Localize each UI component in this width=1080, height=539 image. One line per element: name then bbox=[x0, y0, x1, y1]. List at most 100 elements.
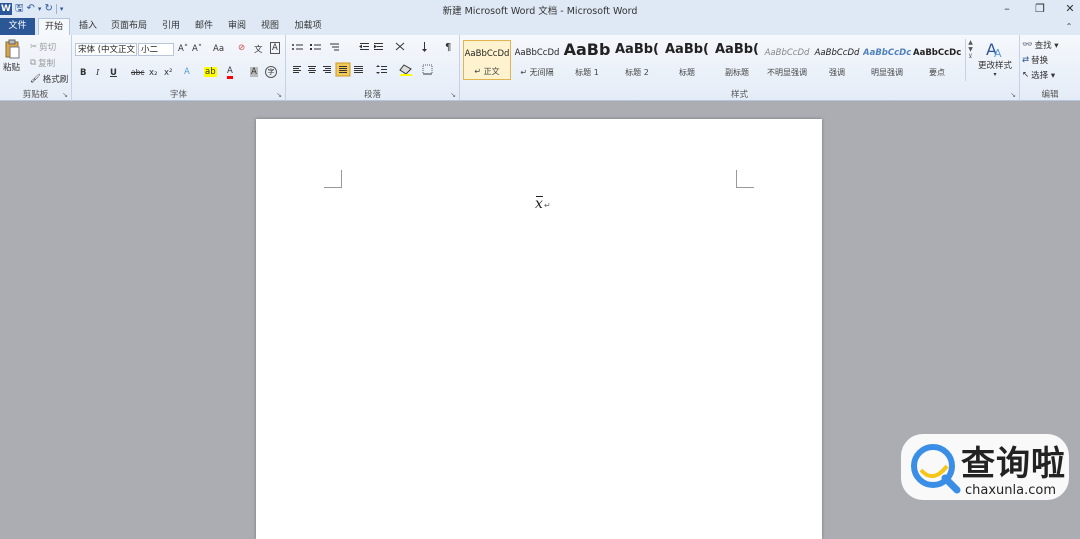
clipboard-group: 粘贴 ✂ 剪切 ⧉ 复制 🖌 格式刷 剪贴板 ↘ bbox=[0, 35, 72, 101]
shading-icon[interactable] bbox=[399, 64, 412, 76]
tab-references[interactable]: 引用 bbox=[157, 18, 185, 35]
style-heading-1[interactable]: AaBb 标题 1 bbox=[563, 40, 611, 80]
style-sample: AaBb( bbox=[615, 42, 659, 57]
replace-icon: ⇄ bbox=[1022, 55, 1030, 65]
decrease-indent-icon[interactable] bbox=[359, 43, 369, 50]
style-subtle-emphasis[interactable]: AaBbCcDd 不明显强调 bbox=[763, 40, 811, 80]
window-title: 新建 Microsoft Word 文档 - Microsoft Word bbox=[442, 6, 638, 17]
style-name: 不明显强调 bbox=[767, 68, 807, 77]
close-button[interactable]: ✕ bbox=[1056, 0, 1080, 18]
save-icon[interactable]: 🖫 bbox=[15, 3, 24, 15]
shrink-font-button[interactable]: A˅ bbox=[192, 44, 202, 54]
paragraph-launcher-icon[interactable]: ↘ bbox=[450, 91, 456, 99]
multilevel-list-icon[interactable] bbox=[330, 43, 339, 51]
bold-button[interactable]: B bbox=[80, 68, 86, 78]
copy-button[interactable]: ⧉ 复制 bbox=[30, 57, 55, 69]
tab-home[interactable]: 开始 bbox=[38, 18, 70, 35]
paste-button[interactable]: 粘贴 bbox=[3, 39, 20, 73]
change-styles-button[interactable]: A A 更改样式 ▾ bbox=[978, 39, 1012, 78]
borders-icon[interactable] bbox=[422, 64, 433, 75]
select-button[interactable]: ↖ 选择 ▾ bbox=[1022, 69, 1055, 81]
tab-page-layout[interactable]: 页面布局 bbox=[107, 18, 151, 35]
restore-button[interactable]: ❐ bbox=[1026, 0, 1054, 18]
equation-variable: x bbox=[535, 196, 543, 212]
show-formatting-marks-icon[interactable]: ¶ bbox=[445, 42, 451, 53]
cut-button[interactable]: ✂ 剪切 bbox=[30, 41, 56, 53]
clear-format-icon[interactable]: ⊘ bbox=[238, 43, 245, 53]
style-strong[interactable]: AaBbCcDc 要点 bbox=[913, 40, 961, 80]
sort-icon[interactable] bbox=[422, 42, 427, 52]
svg-text:¶: ¶ bbox=[445, 42, 451, 53]
customize-qat-icon[interactable]: ▾ bbox=[60, 3, 64, 15]
ribbon-tabs: 文件 开始 插入 页面布局 引用 邮件 审阅 视图 加载项 ⌃ bbox=[0, 18, 1080, 35]
style-sample: AaBb( bbox=[665, 42, 709, 57]
style-no-spacing[interactable]: AaBbCcDd ↵ 无间隔 bbox=[513, 40, 561, 80]
chinese-layout-icon[interactable] bbox=[395, 42, 405, 51]
style-emphasis[interactable]: AaBbCcDd 强调 bbox=[813, 40, 861, 80]
character-shading-icon[interactable]: A bbox=[250, 67, 258, 77]
scroll-down-icon[interactable]: ▼ bbox=[966, 46, 975, 53]
collapse-ribbon-icon[interactable]: ⌃ bbox=[1062, 18, 1076, 35]
italic-button[interactable]: I bbox=[96, 68, 99, 78]
tab-view[interactable]: 视图 bbox=[256, 18, 284, 35]
select-label: 选择 ▾ bbox=[1031, 71, 1056, 81]
styles-launcher-icon[interactable]: ↘ bbox=[1010, 91, 1016, 99]
paragraph-group-label: 段落 bbox=[363, 90, 381, 100]
style-intense-emphasis[interactable]: AaBbCcDc 明显强调 bbox=[863, 40, 911, 80]
enclose-character-icon[interactable]: 字 bbox=[265, 66, 277, 78]
style-sample: AaBbCcDd bbox=[814, 48, 860, 58]
subscript-button[interactable]: x₂ bbox=[149, 68, 157, 78]
align-center-icon[interactable] bbox=[308, 66, 316, 73]
gallery-more-icon[interactable]: ⊻ bbox=[966, 53, 975, 60]
grow-font-button[interactable]: A˄ bbox=[178, 44, 188, 54]
align-left-icon[interactable] bbox=[293, 66, 301, 73]
align-right-icon[interactable] bbox=[323, 66, 331, 73]
character-border-icon[interactable]: A bbox=[270, 42, 280, 54]
find-button[interactable]: 👓 查找 ▾ bbox=[1022, 39, 1059, 51]
tab-insert[interactable]: 插入 bbox=[74, 18, 102, 35]
font-color-icon[interactable]: A bbox=[227, 66, 233, 79]
font-name-combo[interactable]: 宋体 (中文正文 bbox=[75, 43, 137, 56]
math-equation-x-bar[interactable]: x bbox=[535, 196, 543, 212]
redo-icon[interactable]: ↻ bbox=[44, 3, 52, 15]
styles-gallery-scroll[interactable]: ▲ ▼ ⊻ bbox=[965, 39, 975, 81]
phonetic-guide-icon[interactable]: 文 bbox=[254, 43, 263, 55]
style-normal[interactable]: AaBbCcDd ↵ 正文 bbox=[463, 40, 511, 80]
font-launcher-icon[interactable]: ↘ bbox=[276, 91, 282, 99]
document-page[interactable]: x ↵ bbox=[256, 119, 822, 539]
tab-file[interactable]: 文件 bbox=[0, 18, 35, 35]
numbering-icon[interactable] bbox=[310, 44, 321, 50]
svg-text:A: A bbox=[994, 47, 1002, 59]
strikethrough-button[interactable]: abc bbox=[131, 68, 144, 77]
scissors-icon: ✂ bbox=[30, 42, 38, 52]
scroll-up-icon[interactable]: ▲ bbox=[966, 39, 975, 46]
editing-group: 👓 查找 ▾ ⇄ 替换 ↖ 选择 ▾ 编辑 bbox=[1020, 35, 1080, 101]
line-spacing-icon[interactable] bbox=[376, 65, 387, 74]
style-heading-2[interactable]: AaBb( 标题 2 bbox=[613, 40, 661, 80]
change-case-button[interactable]: Aa bbox=[213, 44, 224, 54]
format-painter-button[interactable]: 🖌 格式刷 bbox=[30, 73, 68, 85]
replace-button[interactable]: ⇄ 替换 bbox=[1022, 54, 1048, 66]
clipboard-launcher-icon[interactable]: ↘ bbox=[62, 91, 68, 99]
justify-icon[interactable] bbox=[335, 62, 351, 77]
text-effect-icon[interactable]: A bbox=[184, 67, 190, 77]
style-title[interactable]: AaBb( 标题 bbox=[663, 40, 711, 80]
style-sample: AaBb bbox=[563, 40, 611, 59]
style-subtitle[interactable]: AaBb( 副标题 bbox=[713, 40, 761, 80]
increase-indent-icon[interactable] bbox=[374, 43, 383, 50]
font-size-combo[interactable]: 小二 bbox=[138, 43, 174, 56]
word-app-icon[interactable]: W bbox=[0, 3, 12, 15]
underline-button[interactable]: U bbox=[110, 68, 117, 78]
tab-mailings[interactable]: 邮件 bbox=[190, 18, 218, 35]
superscript-button[interactable]: x² bbox=[164, 68, 172, 78]
highlight-color-icon[interactable]: ab bbox=[204, 67, 217, 77]
undo-icon[interactable]: ↶ bbox=[27, 3, 35, 15]
undo-dropdown-icon[interactable]: ▾ bbox=[38, 3, 42, 15]
style-name: 标题 2 bbox=[625, 68, 649, 77]
style-sample: AaBbCcDc bbox=[863, 48, 911, 58]
minimize-button[interactable]: – bbox=[993, 0, 1021, 18]
tab-review[interactable]: 审阅 bbox=[223, 18, 251, 35]
distributed-icon[interactable] bbox=[354, 66, 363, 73]
tab-addins[interactable]: 加载项 bbox=[290, 18, 326, 35]
bullets-icon[interactable] bbox=[292, 44, 303, 50]
